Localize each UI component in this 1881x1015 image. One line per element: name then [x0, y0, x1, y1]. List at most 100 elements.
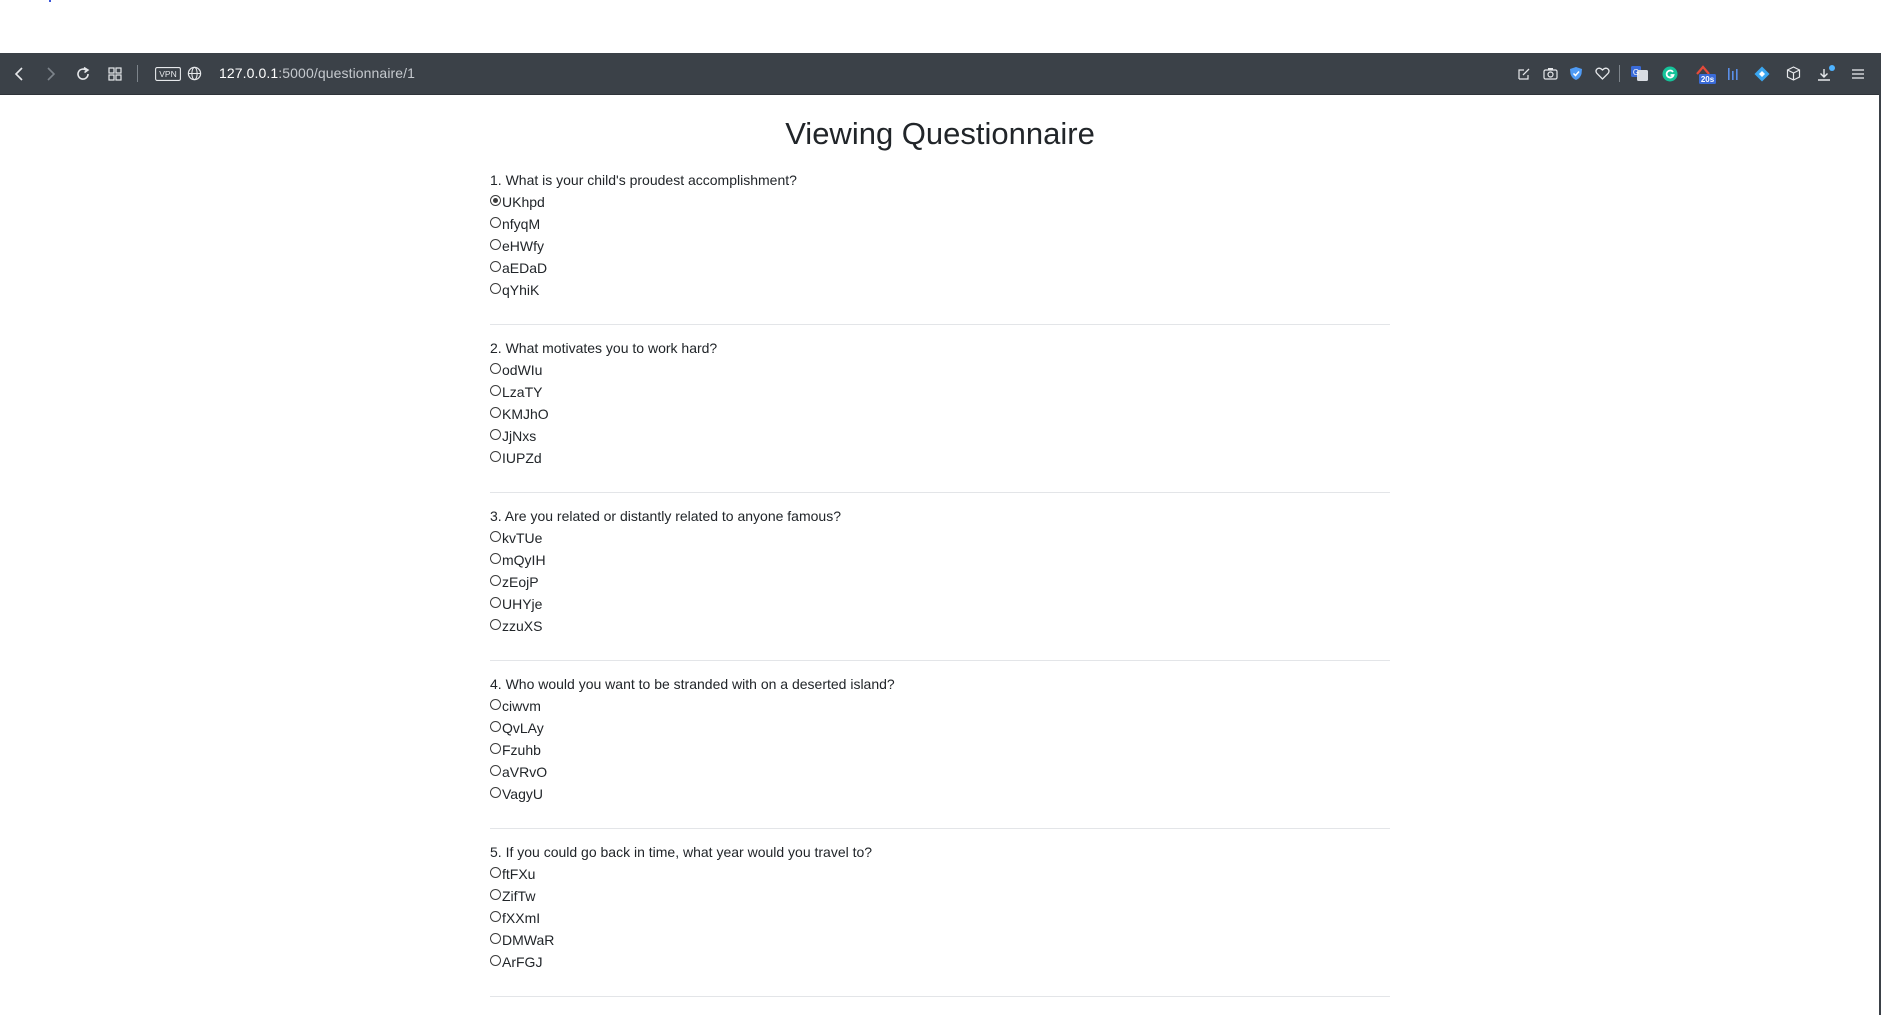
- back-arrow-icon[interactable]: [10, 53, 30, 94]
- option-label: zzuXS: [502, 618, 543, 634]
- option-label: IUPZd: [502, 450, 542, 466]
- question-text: 5. If you could go back in time, what ye…: [490, 844, 873, 860]
- radio-button[interactable]: [490, 743, 501, 754]
- extension-icon[interactable]: 20s: [1693, 53, 1717, 94]
- answer-option[interactable]: IUPZd: [490, 447, 1390, 469]
- radio-button[interactable]: [490, 363, 501, 374]
- radio-button[interactable]: [490, 429, 501, 440]
- answer-option[interactable]: fXXmI: [490, 907, 1390, 929]
- address-bar[interactable]: 127.0.0.1:5000/questionnaire/1: [219, 53, 415, 94]
- edit-share-icon[interactable]: [1515, 53, 1533, 94]
- question-text: 1. What is your child's proudest accompl…: [490, 172, 797, 188]
- answer-option[interactable]: VagyU: [490, 783, 1390, 805]
- radio-button[interactable]: [490, 721, 501, 732]
- option-label: ZifTw: [502, 888, 536, 904]
- radio-button[interactable]: [490, 407, 501, 418]
- radio-button[interactable]: [490, 261, 501, 272]
- answer-option[interactable]: zzuXS: [490, 615, 1390, 637]
- answer-option[interactable]: eHWfy: [490, 235, 1390, 257]
- shield-icon[interactable]: [1567, 53, 1585, 94]
- question-block: 2. What motivates you to work hard? odWIu…: [490, 325, 1390, 493]
- radio-button[interactable]: [490, 765, 501, 776]
- option-label: kvTUe: [502, 530, 543, 546]
- answer-option[interactable]: aEDaD: [490, 257, 1390, 279]
- answer-option[interactable]: nfyqM: [490, 213, 1390, 235]
- option-label: DMWaR: [502, 932, 555, 948]
- cursor-mark: [49, 0, 51, 2]
- translate-icon[interactable]: G: [1629, 53, 1649, 94]
- answer-option[interactable]: qYhiK: [490, 279, 1390, 301]
- download-icon[interactable]: [1815, 53, 1837, 94]
- answer-option[interactable]: aVRvO: [490, 761, 1390, 783]
- radio-button[interactable]: [490, 195, 501, 206]
- radio-button[interactable]: [490, 889, 501, 900]
- heart-icon[interactable]: [1593, 53, 1611, 94]
- radio-button[interactable]: [490, 699, 501, 710]
- option-label: nfyqM: [502, 216, 541, 232]
- grammarly-icon[interactable]: [1660, 53, 1680, 94]
- radio-button[interactable]: [490, 575, 501, 586]
- bars-icon[interactable]: [1724, 53, 1742, 94]
- radio-button[interactable]: [490, 597, 501, 608]
- answer-option[interactable]: DMWaR: [490, 929, 1390, 951]
- option-label: KMJhO: [502, 406, 549, 422]
- question-text: 3. Are you related or distantly related …: [490, 508, 841, 524]
- option-label: VagyU: [502, 786, 543, 802]
- radio-button[interactable]: [490, 955, 501, 966]
- radio-button[interactable]: [490, 911, 501, 922]
- answer-option[interactable]: kvTUe: [490, 527, 1390, 549]
- extension-badge: 20s: [1701, 75, 1715, 84]
- box-icon[interactable]: [1783, 53, 1803, 94]
- radio-button[interactable]: [490, 283, 501, 294]
- globe-icon[interactable]: [185, 53, 203, 94]
- radio-button[interactable]: [490, 787, 501, 798]
- question-text: 4. Who would you want to be stranded wit…: [490, 676, 895, 692]
- radio-button[interactable]: [490, 385, 501, 396]
- radio-button[interactable]: [490, 451, 501, 462]
- radio-button[interactable]: [490, 217, 501, 228]
- camera-icon[interactable]: [1541, 53, 1559, 94]
- url-host: 127.0.0.1: [219, 65, 279, 81]
- answer-option[interactable]: KMJhO: [490, 403, 1390, 425]
- diamond-icon[interactable]: [1752, 53, 1772, 94]
- svg-text:G: G: [1632, 68, 1638, 77]
- answer-option[interactable]: ciwvm: [490, 695, 1390, 717]
- option-label: LzaTY: [502, 384, 543, 400]
- menu-icon[interactable]: [1848, 53, 1868, 94]
- radio-button[interactable]: [490, 531, 501, 542]
- question-list: 1. What is your child's proudest accompl…: [490, 157, 1390, 997]
- divider: [490, 996, 1390, 997]
- answer-option[interactable]: odWIu: [490, 359, 1390, 381]
- answer-option[interactable]: ZifTw: [490, 885, 1390, 907]
- answer-option[interactable]: UHYje: [490, 593, 1390, 615]
- answer-option[interactable]: JjNxs: [490, 425, 1390, 447]
- option-label: aVRvO: [502, 764, 548, 780]
- option-label: odWIu: [502, 362, 543, 378]
- page-title: Viewing Questionnaire: [785, 116, 1095, 151]
- answer-option[interactable]: zEojP: [490, 571, 1390, 593]
- option-label: mQyIH: [502, 552, 546, 568]
- answer-option[interactable]: LzaTY: [490, 381, 1390, 403]
- vpn-badge[interactable]: VPN: [155, 53, 181, 94]
- toolbar-separator: [1619, 65, 1620, 82]
- radio-button[interactable]: [490, 933, 501, 944]
- option-label: ciwvm: [502, 698, 541, 714]
- url-path: :5000/questionnaire/1: [278, 65, 416, 81]
- answer-option[interactable]: ftFXu: [490, 863, 1390, 885]
- answer-option[interactable]: Fzuhb: [490, 739, 1390, 761]
- question-block: 5. If you could go back in time, what ye…: [490, 829, 1390, 997]
- answer-option[interactable]: QvLAy: [490, 717, 1390, 739]
- radio-button[interactable]: [490, 553, 501, 564]
- answer-option[interactable]: mQyIH: [490, 549, 1390, 571]
- radio-button[interactable]: [490, 867, 501, 878]
- answer-option[interactable]: ArFGJ: [490, 951, 1390, 973]
- option-label: UKhpd: [502, 194, 545, 210]
- forward-arrow-icon[interactable]: [40, 53, 60, 94]
- question-block: 3. Are you related or distantly related …: [490, 493, 1390, 661]
- option-label: UHYje: [502, 596, 543, 612]
- radio-button[interactable]: [490, 619, 501, 630]
- reload-icon[interactable]: [73, 53, 93, 94]
- radio-button[interactable]: [490, 239, 501, 250]
- tab-grid-icon[interactable]: [105, 53, 125, 94]
- answer-option[interactable]: UKhpd: [490, 191, 1390, 213]
